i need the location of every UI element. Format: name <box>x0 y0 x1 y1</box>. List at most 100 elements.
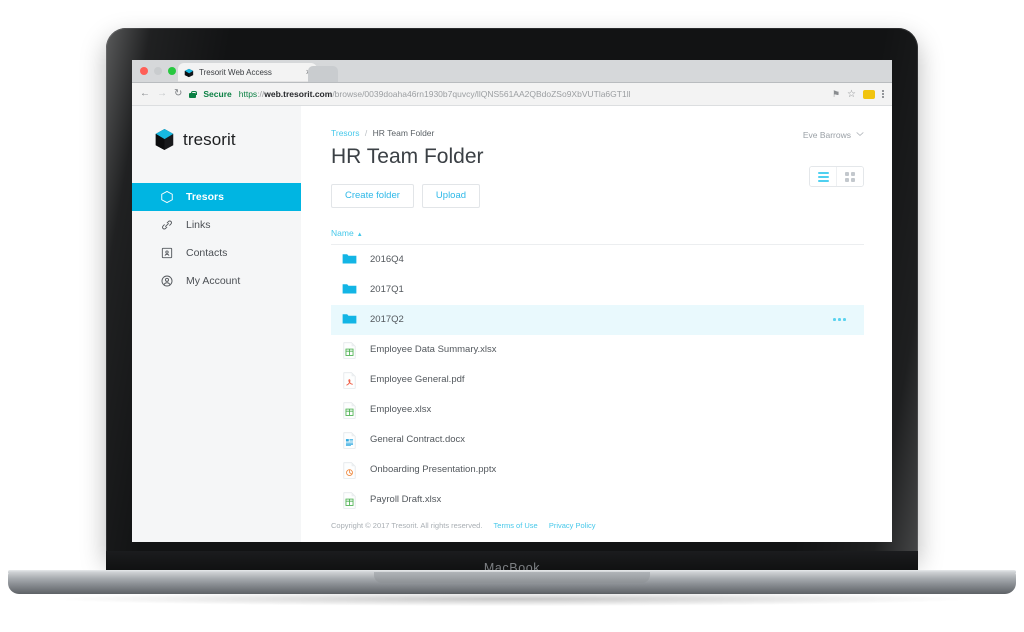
table-row[interactable]: Employee Data Summary.xlsx <box>331 335 864 365</box>
brand-logo[interactable]: tresorit <box>132 106 301 151</box>
file-name: Employee General.pdf <box>370 374 465 386</box>
file-name: 2017Q1 <box>370 284 404 296</box>
breadcrumb-separator: / <box>364 128 368 138</box>
table-row[interactable]: Payroll Draft.xlsx <box>331 485 864 515</box>
table-row[interactable]: 2017Q2 <box>331 304 864 335</box>
security-label: Secure <box>203 89 232 99</box>
table-row[interactable]: 2016Q4 <box>331 245 864 275</box>
create-folder-button[interactable]: Create folder <box>331 184 414 208</box>
folder-icon <box>342 282 357 297</box>
screen: Tresorit Web Access × ← → ↻ Secure https… <box>132 60 892 542</box>
close-window-button[interactable] <box>140 67 148 75</box>
laptop-shadow <box>60 592 964 606</box>
bookmark-star-icon[interactable]: ☆ <box>847 89 856 100</box>
url-scheme: https <box>238 89 258 99</box>
xlsx-file-icon <box>342 492 357 509</box>
sort-arrow-up-icon: ▲ <box>356 231 363 238</box>
link-icon <box>160 218 174 232</box>
forward-icon[interactable]: → <box>157 89 167 99</box>
page-title: HR Team Folder <box>331 145 484 168</box>
sidebar-item-links[interactable]: Links <box>132 211 301 239</box>
extension-badge-icon[interactable] <box>863 89 875 99</box>
file-name: Onboarding Presentation.pptx <box>370 464 497 476</box>
url-path: /browse/0039doaha46rn1930b7quvcy/llQNS56… <box>332 89 631 99</box>
tresorit-cube-icon <box>184 68 194 77</box>
grid-view-button[interactable] <box>836 167 863 186</box>
row-overflow-menu-icon[interactable] <box>833 318 846 321</box>
window-controls[interactable] <box>140 67 176 75</box>
sidebar-item-label: Links <box>186 219 211 231</box>
file-name: 2016Q4 <box>370 254 404 266</box>
kebab-menu-icon[interactable] <box>882 89 884 99</box>
tresorit-app: tresorit Tresors Links Contacts My Accou… <box>132 106 892 542</box>
file-name: Employee.xlsx <box>370 404 432 416</box>
breadcrumb-current: HR Team Folder <box>372 128 435 138</box>
sidebar-item-label: Tresors <box>186 191 224 203</box>
tresorit-cube-icon <box>155 129 174 150</box>
pptx-file-icon <box>342 462 357 479</box>
sidebar: tresorit Tresors Links Contacts My Accou… <box>132 106 301 542</box>
main-content: Tresors / HR Team Folder HR Team Folder … <box>301 106 892 542</box>
privacy-policy-link[interactable]: Privacy Policy <box>549 521 596 530</box>
sort-header[interactable]: Name ▲ <box>331 228 864 238</box>
terms-of-use-link[interactable]: Terms of Use <box>494 521 538 530</box>
xlsx-file-icon <box>342 402 357 419</box>
sidebar-item-label: My Account <box>186 275 241 287</box>
pin-icon[interactable]: ⚑ <box>832 89 840 100</box>
xlsx-file-icon <box>342 342 357 359</box>
file-name: General Contract.docx <box>370 434 466 446</box>
table-row[interactable]: Employee.xlsx <box>331 395 864 425</box>
grid-view-icon <box>845 171 855 182</box>
laptop-lid: Tresorit Web Access × ← → ↻ Secure https… <box>106 28 918 556</box>
file-name: Employee Data Summary.xlsx <box>370 344 497 356</box>
table-row[interactable]: Employee General.pdf <box>331 365 864 395</box>
table-row[interactable]: 2017Q1 <box>331 275 864 305</box>
minimize-window-button[interactable] <box>154 67 162 75</box>
browser-tab-title: Tresorit Web Access <box>199 68 272 77</box>
sidebar-nav: Tresors Links Contacts My Account <box>132 183 301 295</box>
hexagon-icon <box>160 190 174 204</box>
user-name: Eve Barrows <box>802 130 851 140</box>
upload-button[interactable]: Upload <box>421 184 481 208</box>
omnibar-actions: ⚑ ☆ <box>832 89 884 100</box>
lock-icon <box>189 90 197 98</box>
folder-icon <box>342 252 357 267</box>
list-view-button[interactable] <box>810 167 836 186</box>
view-toggle <box>809 166 864 187</box>
docx-file-icon <box>342 432 357 449</box>
file-list: 2016Q4 2017Q1 2017Q2 Employee Data Summa… <box>331 243 864 515</box>
sort-column-label: Name <box>331 227 354 238</box>
browser-tabstrip: Tresorit Web Access × <box>132 60 892 83</box>
sidebar-item-tresors[interactable]: Tresors <box>132 183 301 211</box>
sidebar-item-contacts[interactable]: Contacts <box>132 239 301 267</box>
folder-icon <box>342 312 357 327</box>
pdf-file-icon <box>342 372 357 389</box>
copyright-text: Copyright © 2017 Tresorit. All rights re… <box>331 521 483 530</box>
back-icon[interactable]: ← <box>140 89 150 99</box>
list-view-icon <box>817 171 829 182</box>
new-tab-button[interactable] <box>308 66 338 82</box>
table-row[interactable]: General Contract.docx <box>331 425 864 455</box>
user-circle-icon <box>160 274 174 288</box>
table-row[interactable]: Onboarding Presentation.pptx <box>331 455 864 485</box>
file-name: Payroll Draft.xlsx <box>370 494 442 506</box>
reload-icon[interactable]: ↻ <box>174 89 182 99</box>
chevron-down-icon <box>856 131 864 139</box>
user-menu[interactable]: Eve Barrows <box>803 130 864 140</box>
address-bar[interactable]: https://web.tresorit.com/browse/0039doah… <box>239 89 825 99</box>
browser-omnibar: ← → ↻ Secure https://web.tresorit.com/br… <box>132 83 892 106</box>
laptop-base-notch <box>374 572 650 583</box>
brand-name: tresorit <box>183 129 236 149</box>
browser-tab[interactable]: Tresorit Web Access × <box>178 63 317 82</box>
maximize-window-button[interactable] <box>168 67 176 75</box>
sidebar-item-label: Contacts <box>186 247 228 259</box>
action-buttons: Create folder Upload <box>331 184 864 208</box>
file-name: 2017Q2 <box>370 314 404 326</box>
url-domain: web.tresorit.com <box>264 89 333 99</box>
breadcrumb: Tresors / HR Team Folder <box>331 128 864 138</box>
screenshot-stage: Tresorit Web Access × ← → ↻ Secure https… <box>0 0 1024 632</box>
contact-card-icon <box>160 246 174 260</box>
breadcrumb-root-link[interactable]: Tresors <box>331 128 360 138</box>
sidebar-item-my-account[interactable]: My Account <box>132 267 301 295</box>
footer: Copyright © 2017 Tresorit. All rights re… <box>331 521 596 530</box>
